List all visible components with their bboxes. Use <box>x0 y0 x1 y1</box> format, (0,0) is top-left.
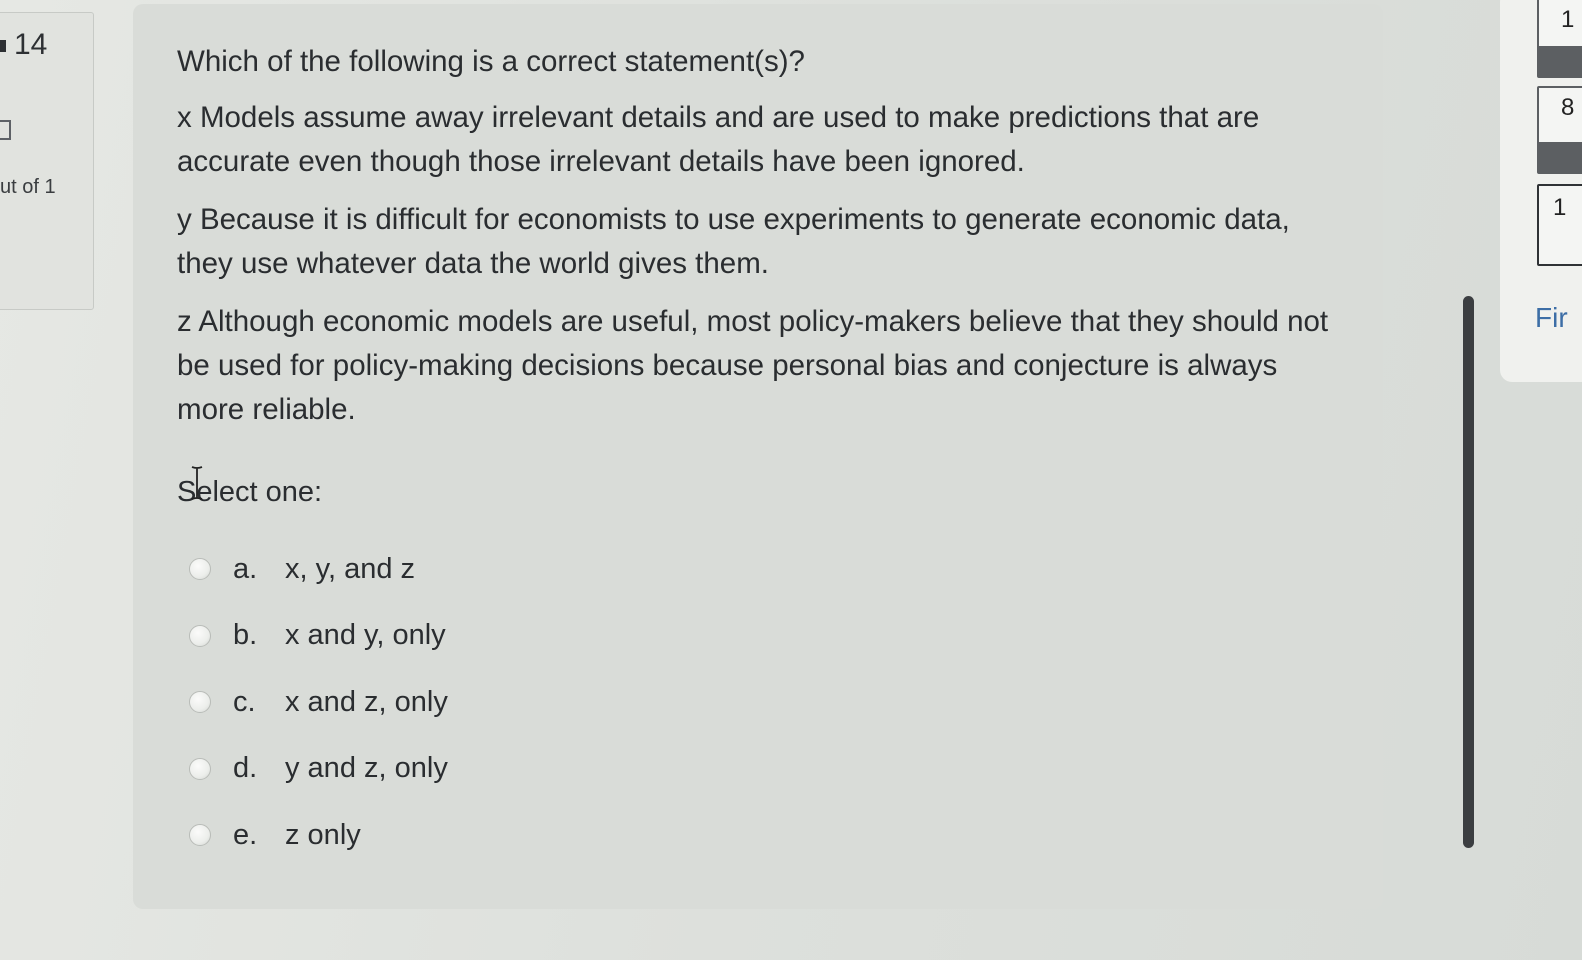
option-letter: d. <box>233 752 258 785</box>
question-number: 14 <box>0 28 47 62</box>
radio-unchecked-icon[interactable] <box>189 624 211 647</box>
question-prompt: Which of the following is a correct stat… <box>177 45 805 78</box>
question-card: Which of the following is a correct stat… <box>133 4 1383 909</box>
answer-option-b[interactable]: b. x and y, only <box>189 603 448 670</box>
radio-unchecked-icon[interactable] <box>189 757 211 780</box>
option-text: z only <box>285 818 361 851</box>
option-letter: e. <box>233 818 258 851</box>
statement-x: x Models assume away irrelevant details … <box>177 101 1260 178</box>
option-letter: b. <box>233 619 258 652</box>
nav-question-tile[interactable]: 1 <box>1537 0 1582 78</box>
option-text: x, y, and z <box>285 552 416 585</box>
finish-attempt-link[interactable]: Fir <box>1535 302 1568 334</box>
option-letter: a. <box>233 552 258 585</box>
answer-option-c[interactable]: c. x and z, only <box>189 669 448 736</box>
answer-options: a. x, y, and z b. x and y, only c. x and… <box>189 536 448 869</box>
radio-unchecked-icon[interactable] <box>189 558 211 581</box>
answer-option-a[interactable]: a. x, y, and z <box>189 536 448 603</box>
statement-z: z Although economic models are useful, m… <box>177 305 1329 426</box>
nav-question-tile[interactable]: 8 <box>1537 86 1582 174</box>
answer-option-e[interactable]: e. z only <box>189 802 448 869</box>
option-text: x and z, only <box>285 685 448 718</box>
question-text: Which of the following is a correct stat… <box>177 40 1343 446</box>
radio-unchecked-icon[interactable] <box>189 691 211 714</box>
option-text: x and y, only <box>285 619 446 652</box>
quiz-page: 14 ut of 1 Which of the following is a c… <box>0 0 1582 960</box>
nav-question-tile-current[interactable]: 1 <box>1537 184 1582 266</box>
statement-y: y Because it is difficult for economists… <box>177 203 1290 280</box>
option-letter: c. <box>233 685 256 718</box>
flag-question-icon[interactable] <box>0 120 11 140</box>
answer-option-d[interactable]: d. y and z, only <box>189 736 448 803</box>
radio-unchecked-icon[interactable] <box>189 824 211 847</box>
text-cursor-icon <box>191 466 203 500</box>
question-marks: ut of 1 <box>0 176 56 198</box>
option-text: y and z, only <box>285 752 448 785</box>
scrollbar[interactable] <box>1463 296 1474 848</box>
